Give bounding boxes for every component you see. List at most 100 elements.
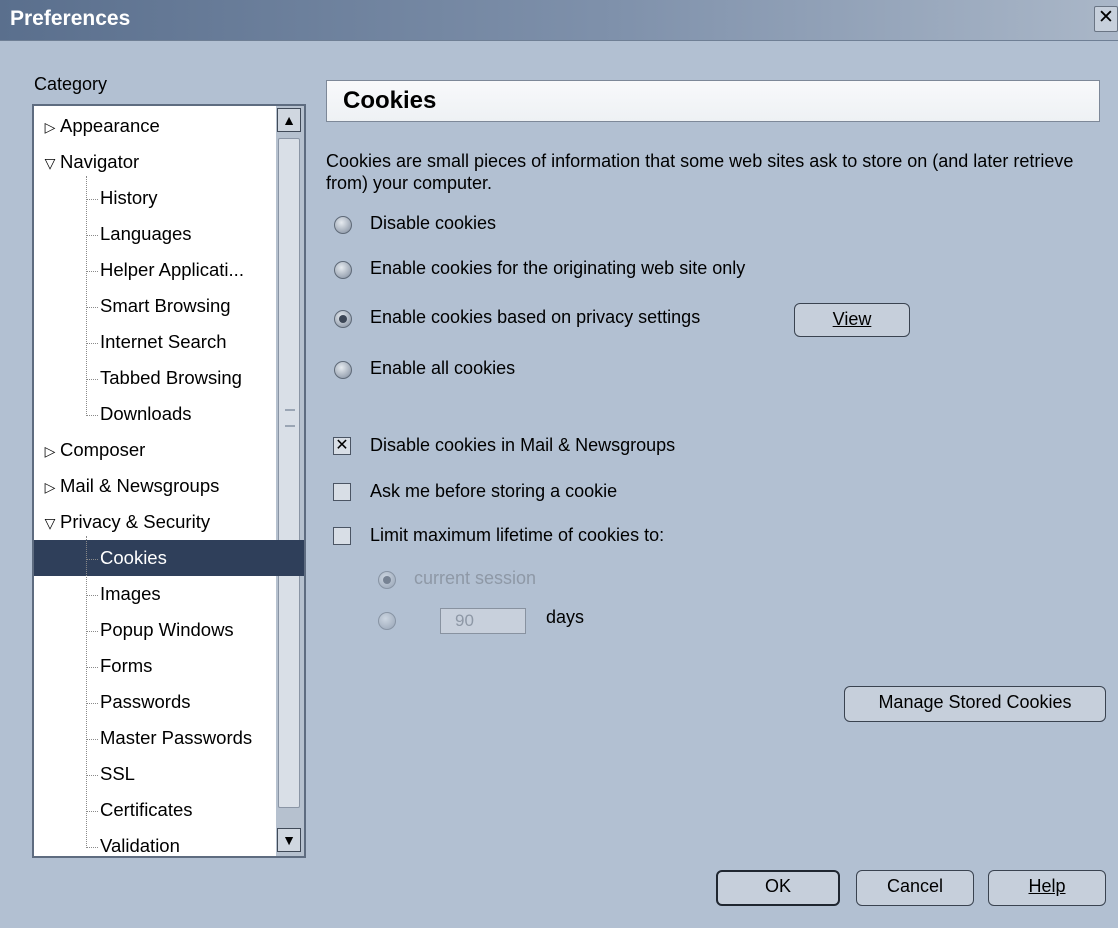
checkbox-label-limit-lifetime: Limit maximum lifetime of cookies to: (370, 525, 665, 545)
tree-connector (86, 558, 98, 560)
tree-connector (86, 630, 98, 632)
tree-item-passwords[interactable]: Passwords (34, 684, 304, 720)
tree-item-popup-windows[interactable]: Popup Windows (34, 612, 304, 648)
tree-connector-line (86, 176, 87, 414)
checkbox-ask-before-storing[interactable] (333, 483, 351, 501)
tree-connector (86, 810, 98, 812)
tree-connector (86, 378, 98, 380)
tree-connector (86, 306, 98, 308)
tree-item-privacy-security[interactable]: ▽ Privacy & Security (34, 504, 287, 540)
close-button[interactable]: ✕ (1094, 6, 1118, 32)
cancel-button-label: Cancel (886, 876, 944, 896)
tree-connector (86, 198, 98, 200)
radio-disable-cookies[interactable] (334, 216, 352, 234)
window-title: Preferences (10, 7, 131, 30)
tree-connector (86, 774, 98, 776)
checkbox-disable-mail[interactable]: ✕ (333, 437, 351, 455)
radio-label-originating-only: Enable cookies for the originating web s… (370, 258, 746, 278)
panel-description: Cookies are small pieces of information … (326, 151, 1074, 193)
radio-label-enable-all: Enable all cookies (370, 358, 516, 378)
panel-title: Cookies (343, 87, 437, 114)
tree-item-label: Validation (100, 835, 180, 856)
tree-item-downloads[interactable]: Downloads (34, 396, 304, 432)
tree-item-master-passwords[interactable]: Master Passwords (34, 720, 304, 756)
tree-item-label: Navigator (60, 151, 140, 172)
tree-item-cookies[interactable]: Cookies (34, 540, 304, 576)
title-bar: Preferences ✕ (0, 0, 1118, 41)
panel-header: Cookies (326, 80, 1100, 122)
view-button-label: View (832, 309, 872, 329)
manage-button-label: Manage Stored Cookies (878, 692, 1072, 712)
days-input[interactable]: 90 (440, 608, 526, 634)
ok-button[interactable]: OK (716, 870, 840, 906)
collapsed-arrow-icon[interactable]: ▷ (42, 433, 58, 469)
tree-connector (86, 666, 98, 668)
help-button-label: Help (1028, 876, 1066, 896)
radio-label-current-session: current session (414, 568, 537, 588)
tree-connector (86, 594, 98, 596)
collapsed-arrow-icon[interactable]: ▷ (42, 469, 58, 505)
tree-item-composer[interactable]: ▷ Composer (34, 432, 287, 468)
radio-privacy-settings[interactable] (334, 310, 352, 328)
tree-item-internet-search[interactable]: Internet Search (34, 324, 304, 360)
category-label: Category (34, 74, 108, 94)
tree-item-history[interactable]: History (34, 180, 304, 216)
checkbox-limit-lifetime[interactable] (333, 527, 351, 545)
tree-item-certificates[interactable]: Certificates (34, 792, 304, 828)
tree-item-mail-newsgroups[interactable]: ▷ Mail & Newsgroups (34, 468, 287, 504)
expanded-arrow-icon[interactable]: ▽ (42, 505, 58, 541)
collapsed-arrow-icon[interactable]: ▷ (42, 109, 58, 145)
view-button[interactable]: View (794, 303, 910, 337)
cancel-button[interactable]: Cancel (856, 870, 974, 906)
tree-item-label: Cookies (100, 547, 167, 568)
tree-item-label: Tabbed Browsing (100, 367, 242, 388)
radio-current-session[interactable] (378, 571, 396, 589)
tree-item-smart-browsing[interactable]: Smart Browsing (34, 288, 304, 324)
tree-connector (86, 702, 98, 704)
tree-connector (86, 270, 98, 272)
help-button[interactable]: Help (988, 870, 1106, 906)
tree-item-label: SSL (100, 763, 135, 784)
checkbox-label-ask-before-storing: Ask me before storing a cookie (370, 481, 618, 501)
tree-item-tabbed-browsing[interactable]: Tabbed Browsing (34, 360, 304, 396)
days-label: days (546, 607, 585, 627)
ok-button-label: OK (764, 876, 791, 896)
radio-days[interactable] (378, 612, 396, 630)
tree-item-label: Mail & Newsgroups (60, 475, 220, 496)
tree-connector (86, 846, 98, 848)
tree-item-forms[interactable]: Forms (34, 648, 304, 684)
tree-item-appearance[interactable]: ▷ Appearance (34, 108, 287, 144)
tree-item-images[interactable]: Images (34, 576, 304, 612)
tree-item-label: Composer (60, 439, 146, 460)
tree-item-label: History (100, 187, 158, 208)
manage-stored-cookies-button[interactable]: Manage Stored Cookies (844, 686, 1106, 722)
radio-originating-only[interactable] (334, 261, 352, 279)
tree-item-label: Images (100, 583, 161, 604)
tree-item-label: Appearance (60, 115, 160, 136)
category-tree[interactable]: ▲ ▼ ▷ Appearance ▽ Navigator History Language… (32, 104, 306, 858)
tree-connector-line (86, 536, 87, 846)
tree-connector (86, 738, 98, 740)
tree-item-label: Forms (100, 655, 153, 676)
tree-item-label: Helper Applicati... (100, 259, 244, 280)
tree-item-label: Certificates (100, 799, 193, 820)
tree-item-navigator[interactable]: ▽ Navigator (34, 144, 287, 180)
tree-connector (86, 414, 98, 416)
expanded-arrow-icon[interactable]: ▽ (42, 145, 58, 181)
tree-item-label: Passwords (100, 691, 191, 712)
tree-item-label: Popup Windows (100, 619, 234, 640)
tree-item-ssl[interactable]: SSL (34, 756, 304, 792)
tree-connector (86, 234, 98, 236)
radio-enable-all[interactable] (334, 361, 352, 379)
tree-item-label: Privacy & Security (60, 511, 211, 532)
close-icon: ✕ (1098, 7, 1114, 28)
tree-item-helper-applicati[interactable]: Helper Applicati... (34, 252, 304, 288)
tree-item-label: Downloads (100, 403, 192, 424)
tree-item-languages[interactable]: Languages (34, 216, 304, 252)
tree-item-validation[interactable]: Validation (34, 828, 304, 856)
tree-item-label: Master Passwords (100, 727, 253, 748)
tree-item-label: Smart Browsing (100, 295, 231, 316)
tree-item-label: Internet Search (100, 331, 227, 352)
radio-label-disable-cookies: Disable cookies (370, 213, 497, 233)
tree-connector (86, 342, 98, 344)
